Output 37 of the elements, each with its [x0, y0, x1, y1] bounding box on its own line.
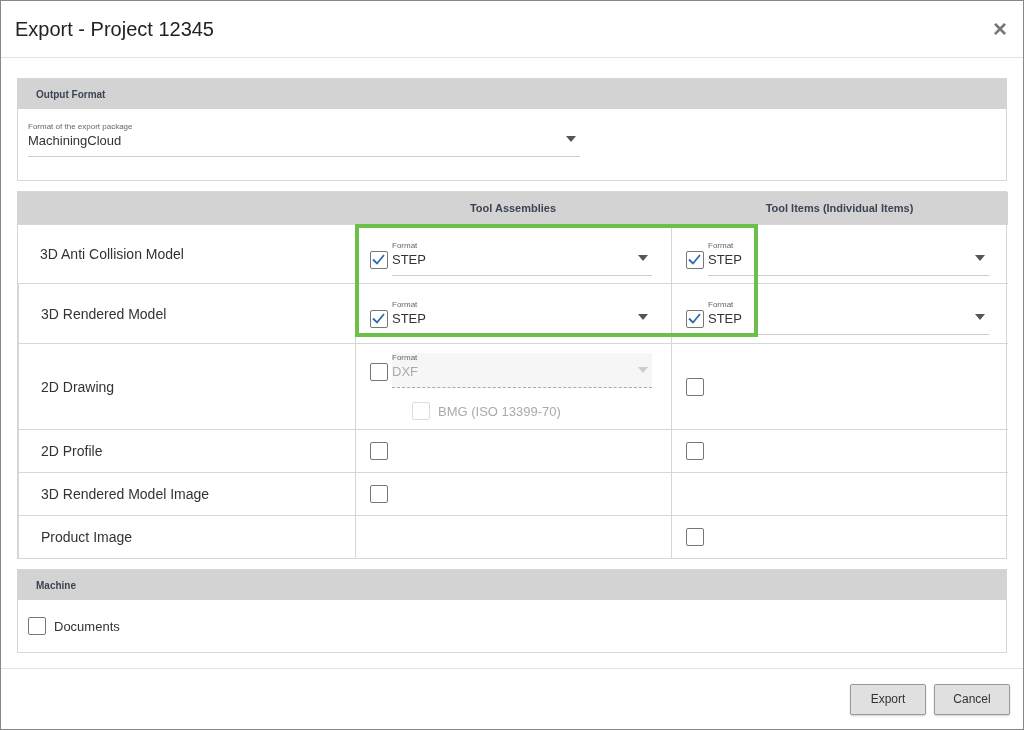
format-dropdown[interactable]: Format STEP — [392, 300, 652, 335]
checkbox[interactable] — [370, 250, 388, 269]
format-dropdown[interactable]: Format STEP — [392, 240, 652, 276]
option-label: BMG (ISO 13399-70) — [438, 403, 561, 419]
row-label: 3D Anti Collision Model — [39, 246, 184, 262]
format-dropdown[interactable]: Format STEP — [708, 300, 989, 335]
section-title: Machine — [36, 579, 76, 591]
checkbox[interactable] — [28, 617, 46, 635]
close-button[interactable]: × — [991, 15, 1009, 43]
dialog-button[interactable]: Export — [850, 683, 926, 715]
export-format-dropdown[interactable]: Format of the export package MachiningCloud — [28, 122, 580, 157]
checkbox[interactable] — [686, 442, 704, 460]
dialog-title: Export - Project 12345 — [15, 17, 214, 41]
row-label: 3D Rendered Model Image — [40, 486, 210, 502]
row-label: Product Image — [40, 529, 133, 545]
caret-icon — [638, 367, 648, 373]
checkbox[interactable] — [370, 442, 388, 460]
caret-icon — [638, 254, 648, 261]
format-dropdown[interactable]: Format STEP — [708, 240, 989, 276]
checkbox[interactable] — [370, 485, 388, 503]
section-title: Output Format — [36, 88, 106, 100]
caret-icon — [975, 254, 985, 261]
checkbox[interactable] — [686, 310, 704, 328]
row-label: 2D Drawing — [40, 378, 115, 395]
caret-icon — [975, 314, 985, 320]
dialog-button[interactable]: Cancel — [934, 683, 1010, 715]
column-header: Tool Assemblies — [355, 192, 671, 224]
checkbox-label: Documents — [54, 618, 120, 634]
caret-icon — [638, 314, 648, 320]
checkbox[interactable] — [686, 528, 704, 546]
checkbox[interactable] — [686, 250, 704, 269]
caret-icon — [566, 136, 576, 142]
checkbox[interactable] — [370, 310, 388, 328]
row-label: 2D Profile — [40, 443, 103, 459]
row-label: 3D Rendered Model — [40, 305, 167, 322]
checkbox[interactable] — [686, 377, 704, 396]
column-header: Tool Items (Individual Items) — [671, 192, 1008, 224]
